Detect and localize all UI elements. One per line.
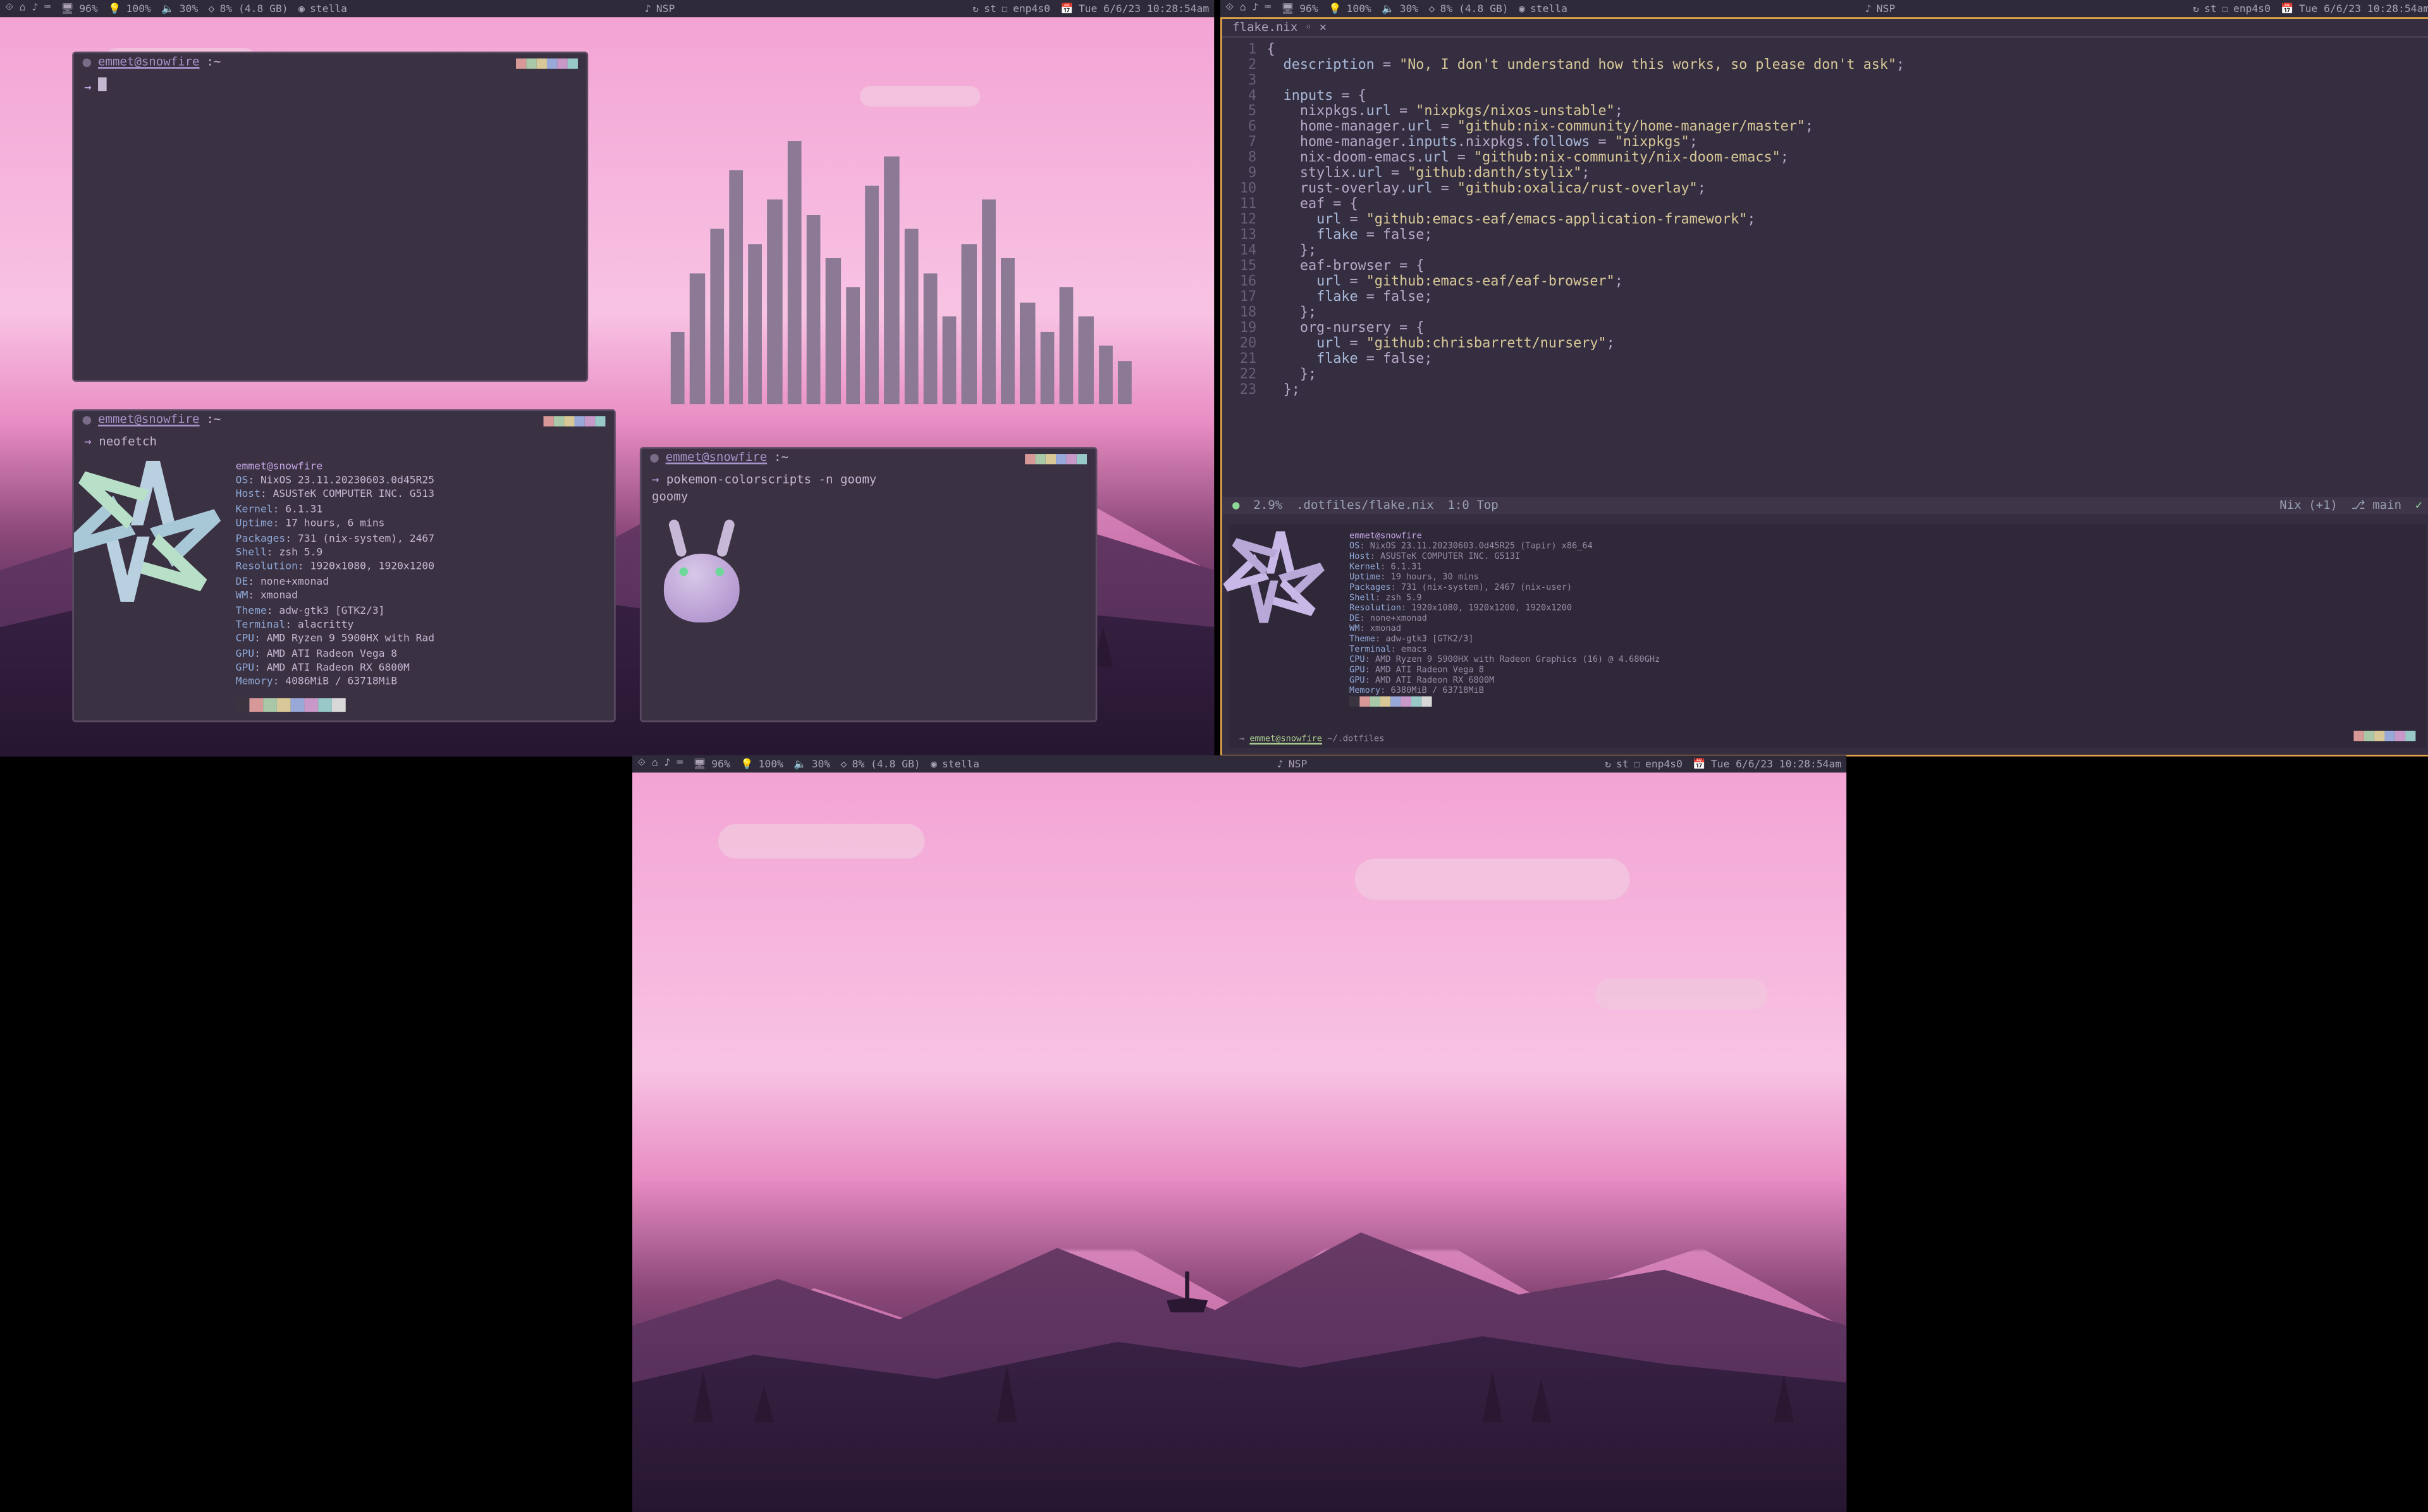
- neofetch-info-embedded: OS: NixOS 23.11.20230603.0d45R25 (Tapir)…: [1349, 542, 1660, 697]
- memory-widget: ◇ 8% (4.8 GB): [1429, 3, 1509, 15]
- git-branch: ⎇ main: [2351, 499, 2401, 513]
- cpu-widget: 🖥 96%: [693, 758, 730, 770]
- prompt-arrow-icon: →: [652, 472, 666, 486]
- palette-icon: [2353, 731, 2415, 741]
- screenshot-editor: ⟐ ⌂ ♪ ⌨ 🖥 96% 💡 100% 🔈 30% ◇ 8% (4.8 GB)…: [1220, 0, 2428, 757]
- goomy-sprite: [659, 520, 745, 623]
- window-dot-icon: [83, 59, 92, 68]
- memory-widget: ◇ 8% (4.8 GB): [209, 3, 288, 15]
- wallpaper: [632, 772, 1846, 1512]
- file-path: .dotfiles/flake.nix: [1296, 499, 1434, 513]
- editor-content[interactable]: 1{2 description = "No, I don't understan…: [1222, 38, 2428, 397]
- nixos-logo-icon: [84, 460, 222, 598]
- screenshot-desktop-clean: ⟐ ⌂ ♪ ⌨ 🖥 96% 💡 100% 🔈 30% ◇ 8% (4.8 GB)…: [632, 755, 1846, 1512]
- status-bar[interactable]: ⟐ ⌂ ♪ ⌨ 🖥 96% 💡 100% 🔈 30% ◇ 8% (4.8 GB)…: [1220, 0, 2428, 17]
- workspace-switcher[interactable]: ⟐ ⌂ ♪ ⌨: [1225, 2, 1271, 16]
- workspace-switcher[interactable]: ⟐ ⌂ ♪ ⌨: [5, 2, 51, 16]
- prompt-arrow-icon: →: [84, 435, 99, 449]
- screenshot-desktop-terminals: ⟐ ⌂ ♪ ⌨ 🖥 96% 💡 100% 🔈 30% ◇ 8% (4.8 GB)…: [0, 0, 1214, 757]
- memory-widget: ◇ 8% (4.8 GB): [841, 758, 921, 770]
- volume-widget[interactable]: 🔈 30%: [161, 3, 198, 15]
- battery-widget: 💡 100%: [740, 758, 783, 770]
- battery-widget: 💡 100%: [108, 3, 151, 15]
- color-swatches: [1349, 697, 1660, 707]
- hostname-widget: ◉ stella: [1519, 3, 1567, 15]
- window-dot-icon: [83, 417, 92, 425]
- media-widget[interactable]: ♪ NSP: [1865, 3, 1896, 15]
- status-bar[interactable]: ⟐ ⌂ ♪ ⌨ 🖥 96% 💡 100% 🔈 30% ◇ 8% (4.8 GB)…: [632, 755, 1846, 772]
- cpu-widget: 🖥 96%: [61, 3, 97, 15]
- terminal-pokemon[interactable]: emmet@snowfire:~ → pokemon-colorscripts …: [640, 447, 1098, 722]
- terminal-neofetch[interactable]: emmet@snowfire:~ → neofetch emmet@snowfi…: [72, 409, 616, 722]
- cpu-widget: 🖥 96%: [1281, 3, 1318, 15]
- clock-widget: 📅 Tue 6/6/23 10:28:54am: [1693, 758, 1841, 770]
- neofetch-info: emmet@snowfire OS: NixOS 23.11.20230603.…: [236, 460, 434, 712]
- language-mode: Nix (+1): [2279, 499, 2338, 513]
- prompt-arrow-icon: →: [84, 80, 99, 94]
- hostname-widget: ◉ stella: [931, 758, 979, 770]
- palette-icon: [544, 416, 606, 426]
- neofetch-header: emmet@snowfire: [1349, 531, 1660, 541]
- clock-widget: 📅 Tue 6/6/23 10:28:54am: [2281, 3, 2428, 15]
- editor-tab[interactable]: flake.nix ◦ ×: [1222, 19, 2428, 38]
- network-widget: ↻st ☐enp4s0: [972, 3, 1050, 15]
- cursor-pos: 1:0 Top: [1447, 499, 1498, 513]
- battery-widget: 💡 100%: [1328, 3, 1371, 15]
- media-widget[interactable]: ♪ NSP: [645, 3, 675, 15]
- clock-widget: 📅 Tue 6/6/23 10:28:54am: [1060, 3, 1209, 15]
- status-bar[interactable]: ⟐ ⌂ ♪ ⌨ 🖥 96% 💡 100% 🔈 30% ◇ 8% (4.8 GB)…: [0, 0, 1214, 17]
- media-widget[interactable]: ♪ NSP: [1277, 758, 1308, 770]
- volume-widget[interactable]: 🔈 30%: [1382, 3, 1418, 15]
- editor-statusline: ● 2.9% .dotfiles/flake.nix 1:0 Top Nix (…: [1222, 497, 2428, 514]
- output-text: goomy: [652, 489, 688, 503]
- network-widget: ↻st ☐enp4s0: [2193, 3, 2271, 15]
- workspace-switcher[interactable]: ⟐ ⌂ ♪ ⌨: [637, 757, 683, 771]
- nixos-logo-icon: [1235, 531, 1325, 620]
- palette-icon: [516, 58, 578, 68]
- cursor[interactable]: [99, 77, 107, 91]
- hostname-widget: ◉ stella: [298, 3, 347, 15]
- embedded-terminal[interactable]: emmet@snowfire OS: NixOS 23.11.20230603.…: [1229, 525, 2426, 748]
- network-widget: ↻st ☐enp4s0: [1605, 758, 1683, 770]
- window-dot-icon: [650, 454, 659, 463]
- check-icon: ✓: [2415, 499, 2422, 513]
- terminal-empty[interactable]: emmet@snowfire:~ →: [72, 52, 588, 382]
- command-text: neofetch: [99, 435, 157, 449]
- command-text: pokemon-colorscripts -n goomy: [666, 472, 876, 486]
- editor-window[interactable]: flake.nix ◦ × 1{2 description = "No, I d…: [1220, 17, 2428, 757]
- scroll-pct: 2.9%: [1253, 499, 1282, 513]
- embedded-prompt[interactable]: → emmet@snowfire ~/.dotfiles: [1239, 734, 1384, 744]
- palette-icon: [1025, 454, 1087, 464]
- color-swatches: [236, 698, 434, 712]
- audio-visualizer: [671, 103, 1132, 404]
- volume-widget[interactable]: 🔈 30%: [794, 758, 830, 770]
- mode-indicator: ●: [1232, 499, 1239, 513]
